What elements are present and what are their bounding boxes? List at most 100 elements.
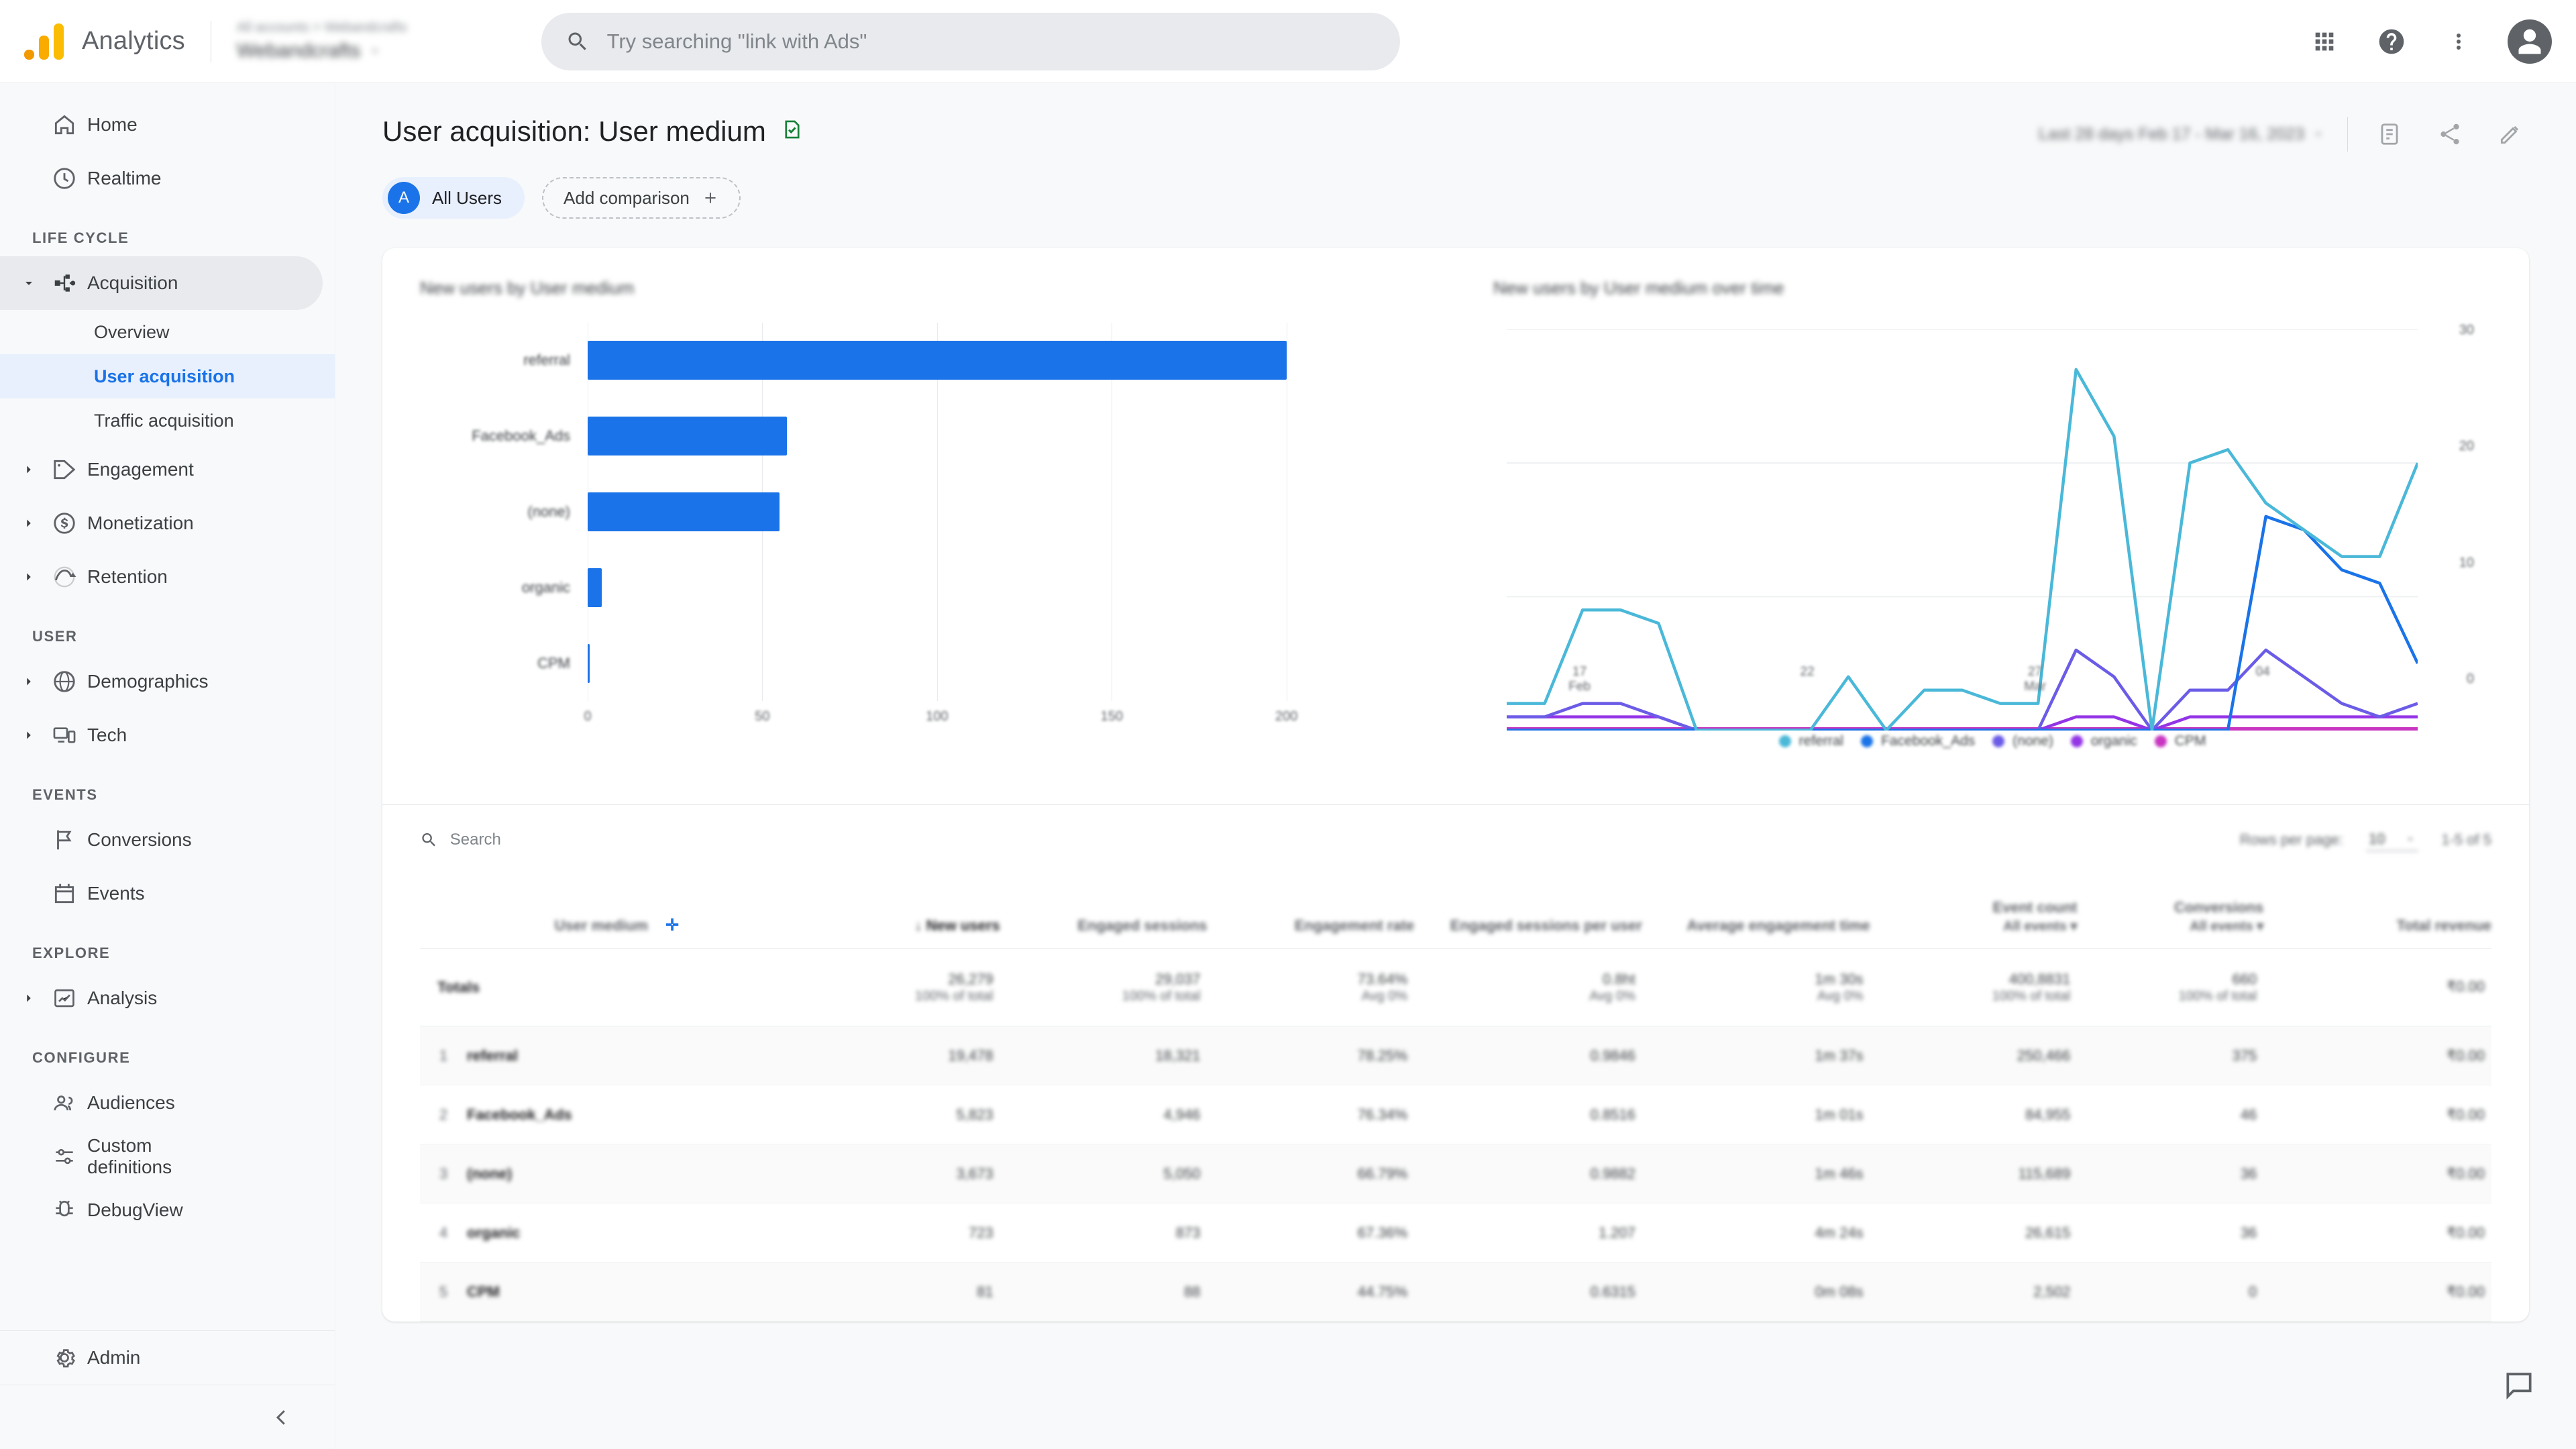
table-body: Totals 26,279 100% of total 29,037 100% of t… <box>420 948 2491 1322</box>
table-column-header[interactable]: Engaged sessions per user <box>1414 874 1642 949</box>
table-column-header[interactable]: Engagement rate <box>1207 874 1415 949</box>
rows-per-page-select[interactable]: 10 <box>2365 828 2419 851</box>
apps-grid-icon[interactable] <box>2306 23 2343 60</box>
sidebar-item-debugview[interactable]: DebugView <box>0 1183 323 1237</box>
chevron-left-icon[interactable] <box>264 1399 300 1436</box>
bar-chart-bar[interactable]: Facebook_Ads <box>472 417 1391 456</box>
bar-chart-bar[interactable]: referral <box>523 341 1391 380</box>
sidebar-item-demographics[interactable]: Demographics <box>0 655 323 708</box>
x-tick-label: 200 <box>1275 709 1298 724</box>
sidebar-item-label: Retention <box>87 566 168 587</box>
sidebar-item-overview[interactable]: Overview <box>0 310 335 354</box>
sidebar-item-custom-definitions[interactable]: Custom definitions <box>0 1130 323 1183</box>
date-range-text: Last 28 days Feb 17 - Mar 16, 2023 <box>2038 124 2304 144</box>
bar-chart-bar[interactable]: (none) <box>527 492 1391 531</box>
global-search[interactable] <box>541 12 1400 70</box>
bar-fill <box>588 492 780 531</box>
table-column-header[interactable]: User medium ✛ <box>420 874 814 949</box>
y-tick-label: 30 <box>2459 323 2474 337</box>
row-cell: 375 <box>2077 1026 2264 1085</box>
sidebar-item-acquisition[interactable]: Acquisition <box>0 256 323 310</box>
sidebar-item-analysis[interactable]: Analysis <box>0 971 323 1025</box>
bar-fill <box>588 417 787 456</box>
sidebar-item-engagement[interactable]: Engagement <box>0 443 323 496</box>
add-comparison-button[interactable]: Add comparison <box>542 177 741 219</box>
bar-chart-bar[interactable]: CPM <box>537 643 1391 683</box>
sidebar-item-label: Acquisition <box>87 272 178 293</box>
brand-name: Analytics <box>82 27 185 55</box>
sidebar-item-admin[interactable]: Admin <box>0 1331 323 1385</box>
date-range-selector[interactable]: Last 28 days Feb 17 - Mar 16, 2023 <box>2039 125 2324 144</box>
page-title-text: User acquisition: User medium <box>382 115 766 147</box>
sidebar-item-tech[interactable]: Tech <box>0 708 323 762</box>
add-dimension-icon[interactable]: ✛ <box>665 916 679 934</box>
account-selector[interactable]: All accounts > Webandcrafts Webandcrafts <box>237 20 407 62</box>
insights-icon[interactable] <box>2371 115 2408 153</box>
saved-report-check-icon[interactable] <box>781 115 804 148</box>
totals-cell: 73.64% Avg 0% <box>1207 948 1415 1026</box>
table-column-header[interactable]: Engaged sessions <box>1000 874 1208 949</box>
search-input[interactable] <box>606 29 1376 54</box>
avatar[interactable] <box>2508 19 2552 64</box>
edit-icon[interactable] <box>2491 115 2529 153</box>
help-icon[interactable] <box>2373 23 2410 60</box>
chevron-down-icon <box>2316 133 2321 136</box>
sidebar-item-audiences[interactable]: Audiences <box>0 1076 323 1130</box>
chevron-down-icon <box>16 275 42 291</box>
line-chart-pane: New users by User medium over time 0 10 20… <box>1456 248 2529 804</box>
clock-icon <box>42 166 87 191</box>
legend-item[interactable]: organic <box>2070 733 2137 749</box>
bar-chart-bar[interactable]: organic <box>522 568 1391 607</box>
feedback-icon[interactable] <box>2498 1364 2540 1406</box>
table-column-header[interactable]: Event count All events ▾ <box>1870 874 2078 949</box>
sidebar-bottom: Admin <box>0 1330 335 1449</box>
legend-item[interactable]: Facebook_Ads <box>1861 733 1975 749</box>
data-table: User medium ✛ ↓ New users Engaged sessions E… <box>420 874 2491 1322</box>
sidebar-item-events[interactable]: Events <box>0 867 323 920</box>
table-column-header[interactable]: Total revenue <box>2263 874 2491 949</box>
row-cell: 88 <box>1000 1262 1208 1322</box>
chevron-right-icon <box>16 728 42 743</box>
legend-item[interactable]: CPM <box>2154 733 2206 749</box>
brand-area[interactable]: Analytics <box>24 23 185 60</box>
sidebar-item-realtime[interactable]: Realtime <box>0 152 323 205</box>
legend-item[interactable]: (none) <box>1992 733 2053 749</box>
chip-all-users[interactable]: A All Users <box>382 177 525 219</box>
table-column-header[interactable]: ↓ New users <box>813 874 1000 949</box>
table-row[interactable]: 1 referral 19,478 18,321 78.25% 0.9846 1m 37s 2… <box>420 1026 2491 1085</box>
more-vert-icon[interactable] <box>2440 23 2477 60</box>
table-row[interactable]: 4 organic 723 873 67.36% 1.207 4m 24s 26,615 36 ₹… <box>420 1203 2491 1263</box>
line-chart[interactable]: 0 10 20 30 17 Feb 22 27 Mar 04 referral Facebook_… <box>1493 323 2491 752</box>
legend-item[interactable]: referral <box>1778 733 1843 749</box>
table-row[interactable]: 2 Facebook_Ads 5,823 4,946 76.34% 0.8516 1m 01… <box>420 1085 2491 1144</box>
share-icon[interactable] <box>2431 115 2469 153</box>
globe-icon <box>42 669 87 694</box>
table-row[interactable]: 5 CPM 81 88 44.75% 0.6315 0m 08s 2,502 0 ₹0.00 <box>420 1262 2491 1322</box>
table-column-header[interactable]: Average engagement time <box>1642 874 1870 949</box>
sidebar-item-monetization[interactable]: Monetization <box>0 496 323 550</box>
sidebar-section-events: EVENTS <box>32 786 98 803</box>
charts-row: New users by User medium referral Faceboo… <box>382 248 2529 805</box>
table-column-header[interactable]: Conversions All events ▾ <box>2077 874 2264 949</box>
row-cell: 3,673 <box>813 1144 1000 1203</box>
table-header-row: User medium ✛ ↓ New users Engaged sessions E… <box>420 874 2491 949</box>
totals-cell: 29,037 100% of total <box>1000 948 1208 1026</box>
table-search-input[interactable] <box>449 830 702 849</box>
table-row[interactable]: 3 (none) 3,673 5,050 66.79% 0.9882 1m 46s 115,6… <box>420 1144 2491 1203</box>
column-sublabel[interactable]: All events ▾ <box>1870 918 2077 936</box>
row-dimension: 1 referral <box>420 1026 814 1085</box>
bar-chart[interactable]: referral Facebook_Ads (none) organic CPM 0 50… <box>420 323 1418 752</box>
sidebar-item-user-acquisition[interactable]: User acquisition <box>0 354 335 398</box>
table-search[interactable] <box>420 830 702 850</box>
report-header: User acquisition: User medium Last 28 da… <box>335 83 2576 153</box>
row-cell: 4m 24s <box>1642 1203 1870 1263</box>
column-sublabel[interactable]: All events ▾ <box>2077 918 2263 936</box>
sidebar-item-conversions[interactable]: Conversions <box>0 813 323 867</box>
chip-label: All Users <box>432 187 502 208</box>
sidebar-item-traffic-acquisition[interactable]: Traffic acquisition <box>0 398 335 443</box>
sidebar-item-retention[interactable]: Retention <box>0 550 323 604</box>
sidebar-item-home[interactable]: Home <box>0 98 323 152</box>
row-cell: 0.8516 <box>1414 1085 1642 1144</box>
line-chart-legend[interactable]: referral Facebook_Ads (none) organic CPM <box>1493 733 2491 749</box>
legend-label: organic <box>2090 733 2137 749</box>
